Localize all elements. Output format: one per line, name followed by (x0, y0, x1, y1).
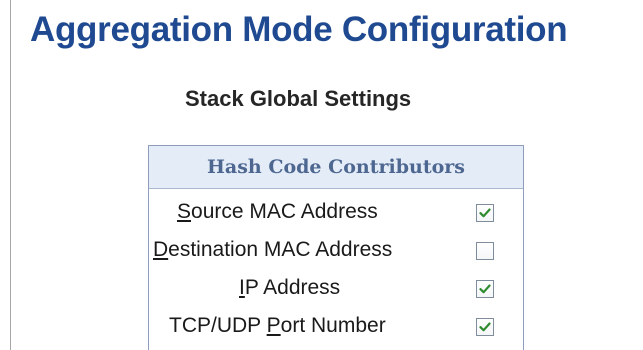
destination-mac-checkbox[interactable] (476, 242, 494, 260)
checkmark-icon (479, 208, 491, 218)
tcp-udp-port-label: TCP/UDP Port Number (169, 314, 386, 337)
destination-mac-label: Destination MAC Address (153, 238, 393, 261)
source-mac-label: Source MAC Address (177, 200, 378, 223)
row-ip-address: IP Address (149, 270, 523, 308)
ip-address-label: IP Address (239, 276, 341, 299)
tcp-udp-port-checkbox[interactable] (476, 318, 494, 336)
row-tcp-udp-port: TCP/UDP Port Number (149, 308, 523, 346)
hash-code-contributors-table: Hash Code Contributors Source MAC Addres… (148, 145, 524, 350)
checkmark-icon (479, 284, 491, 294)
row-source-mac: Source MAC Address (149, 194, 523, 232)
page-left-border (10, 0, 11, 350)
accesskey-p: P (266, 314, 281, 337)
page-title: Aggregation Mode Configuration (30, 10, 568, 49)
source-mac-checkbox[interactable] (476, 204, 494, 222)
table-header: Hash Code Contributors (149, 146, 523, 189)
ip-address-checkbox[interactable] (476, 280, 494, 298)
row-destination-mac: Destination MAC Address (149, 232, 523, 270)
checkmark-icon (479, 322, 491, 332)
accesskey-s: S (177, 200, 192, 223)
accesskey-d: D (153, 238, 169, 261)
section-title: Stack Global Settings (185, 86, 412, 111)
